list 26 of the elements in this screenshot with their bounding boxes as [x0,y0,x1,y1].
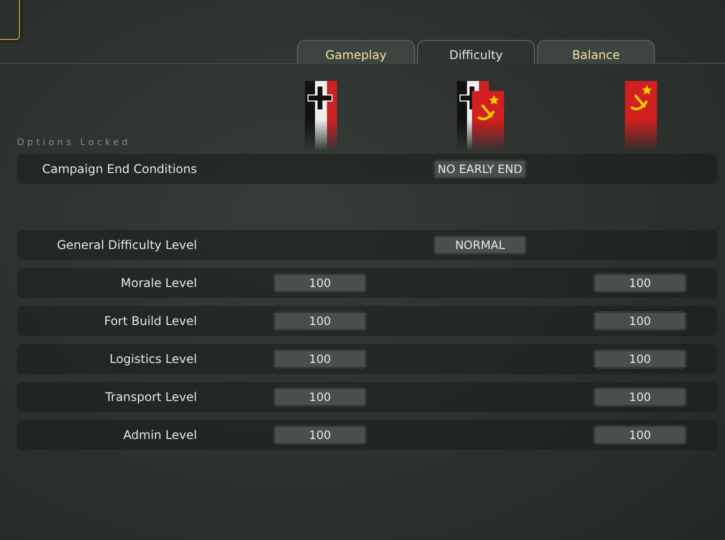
value-button[interactable]: 100 [593,387,687,407]
option-label: Fort Build Level [103,314,197,328]
option-label: Morale Level [120,276,197,290]
value-button[interactable]: 100 [593,425,687,445]
value-button[interactable]: NO EARLY END [433,159,527,179]
tab[interactable]: Gameplay [297,40,415,64]
value-button[interactable]: 100 [273,387,367,407]
option-label: Campaign End Conditions [41,162,197,176]
flag-icon [304,81,338,151]
value-button[interactable]: 100 [273,311,367,331]
option-label: General Difficulty Level [56,238,197,252]
option-label: Transport Level [104,390,197,404]
status-text: Options Locked [17,138,131,148]
tab[interactable]: Difficulty [417,40,535,64]
option-label: Admin Level [122,428,197,442]
value-button[interactable]: 100 [593,273,687,293]
value-button[interactable]: 100 [593,311,687,331]
tab[interactable]: Balance [537,40,655,64]
value-button[interactable]: 100 [273,425,367,445]
value-button[interactable]: 100 [273,273,367,293]
option-label: Logistics Level [108,352,197,366]
value-button[interactable]: NORMAL [433,235,527,255]
value-button[interactable]: 100 [593,349,687,369]
flag-icon [457,81,505,151]
value-button[interactable]: 100 [273,349,367,369]
flag-icon [624,81,658,151]
